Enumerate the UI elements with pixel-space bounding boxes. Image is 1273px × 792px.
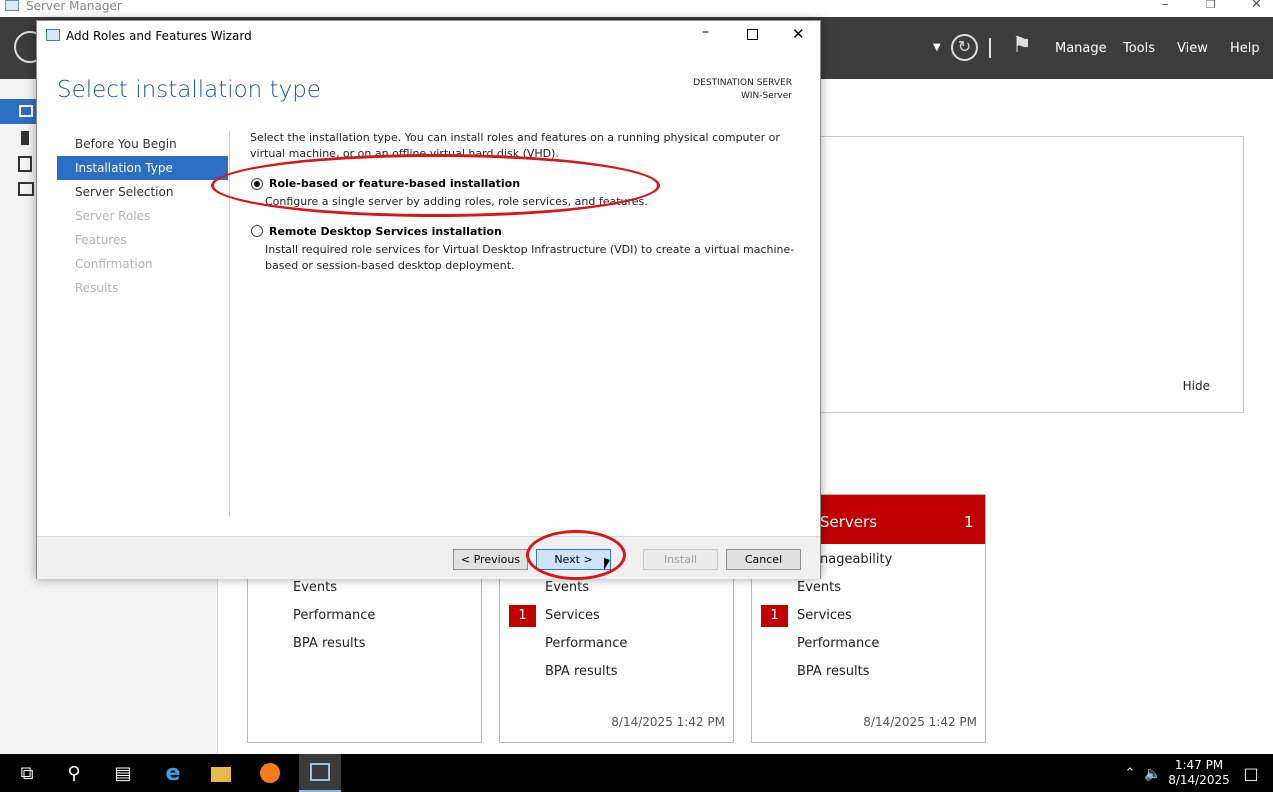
notifications-flag-icon[interactable]: ⚑ (1012, 33, 1032, 58)
tile-item-services[interactable]: Services (545, 608, 600, 623)
remote-desktop-option-title[interactable]: Remote Desktop Services installation (269, 225, 502, 238)
taskbar: ⧉ ⚲ ▤ e ⌃ 🔈 1:47 PM 8/14/2025 □ (0, 754, 1273, 792)
sidebar-item-all-servers[interactable] (18, 156, 32, 172)
menu-view[interactable]: View (1177, 41, 1208, 56)
header-separator (989, 38, 991, 58)
remote-desktop-radio[interactable] (251, 225, 263, 237)
hide-link[interactable]: Hide (1183, 379, 1210, 393)
tile-item-performance[interactable]: Performance (797, 636, 879, 651)
menu-manage[interactable]: Manage (1055, 41, 1107, 56)
internet-explorer-icon[interactable]: e (162, 763, 184, 785)
refresh-icon[interactable]: ↻ (951, 34, 978, 61)
nav-confirmation: Confirmation (75, 257, 153, 271)
welcome-panel: Hide (820, 136, 1244, 413)
server-manager-taskbar-button[interactable] (299, 754, 341, 792)
tile-item-bpa-results[interactable]: BPA results (293, 636, 366, 651)
services-alert-badge: 1 (509, 605, 536, 627)
server-manager-icon (310, 763, 330, 781)
notifications-icon[interactable]: □ (1240, 763, 1262, 785)
page-title: Select installation type (57, 77, 321, 103)
tile-item-bpa-results[interactable]: BPA results (545, 664, 618, 679)
sidebar-item-dashboard[interactable] (0, 99, 37, 124)
dashboard-icon (19, 105, 33, 117)
file-explorer-icon[interactable] (211, 763, 233, 785)
remote-desktop-option-desc: Install required role services for Virtu… (265, 243, 795, 272)
previous-button[interactable]: < Previous (453, 549, 528, 570)
close-icon[interactable]: ✕ (792, 25, 805, 43)
nav-features: Features (75, 233, 127, 247)
nav-server-roles: Server Roles (75, 209, 151, 223)
wizard-titlebar[interactable]: Add Roles and Features Wizard – ✕ (37, 21, 820, 51)
tile-item-manageability[interactable]: nageability (820, 552, 892, 567)
destination-label: DESTINATION SERVER (693, 78, 792, 88)
sidebar-item-file-storage[interactable] (18, 182, 34, 196)
firefox-icon[interactable] (260, 763, 282, 785)
mouse-cursor-icon (604, 557, 610, 573)
sidebar-item-local-server[interactable] (21, 131, 29, 145)
server-manager-sidebar (0, 79, 37, 754)
menu-help[interactable]: Help (1230, 41, 1260, 56)
tile-item-events[interactable]: Events (545, 580, 589, 595)
add-roles-wizard-dialog: Add Roles and Features Wizard – ✕ Select… (36, 20, 821, 579)
wizard-app-icon (46, 29, 60, 41)
clock[interactable]: 1:47 PM 8/14/2025 (1164, 758, 1234, 788)
search-icon[interactable]: ⚲ (63, 763, 85, 785)
install-button: Install (643, 549, 718, 570)
nav-results: Results (75, 281, 119, 295)
clock-date: 8/14/2025 (1168, 773, 1230, 787)
tile-timestamp: 8/14/2025 1:42 PM (863, 715, 977, 729)
services-alert-badge: 1 (761, 605, 788, 627)
restore-icon[interactable]: ❐ (1206, 0, 1216, 11)
server-manager-app-icon (5, 0, 19, 11)
annotation-ellipse-role-based (211, 154, 660, 217)
tile-item-services[interactable]: Services (797, 608, 852, 623)
minimize-icon[interactable]: – (1162, 0, 1169, 12)
cancel-button[interactable]: Cancel (726, 549, 801, 570)
nav-server-selection[interactable]: Server Selection (57, 180, 228, 204)
nav-before-you-begin[interactable]: Before You Begin (57, 132, 228, 156)
maximize-icon[interactable] (747, 29, 758, 40)
annotation-ellipse-next (526, 530, 626, 580)
nav-installation-type[interactable]: Installation Type (57, 156, 228, 180)
tile-header-title: Servers (820, 513, 878, 531)
volume-muted-icon[interactable]: 🔈 (1142, 763, 1164, 785)
task-view-icon[interactable]: ▤ (112, 763, 134, 785)
tile-timestamp: 8/14/2025 1:42 PM (611, 715, 725, 729)
dropdown-arrow-icon[interactable]: ▼ (933, 42, 941, 53)
clock-time: 1:47 PM (1174, 758, 1224, 772)
tile-item-performance[interactable]: Performance (545, 636, 627, 651)
wizard-title: Add Roles and Features Wizard (66, 29, 252, 43)
close-icon[interactable]: ✕ (1251, 0, 1262, 12)
minimize-icon[interactable]: – (702, 24, 709, 40)
windows-start-icon[interactable]: ⧉ (16, 763, 38, 785)
tile-header-count: 1 (964, 513, 974, 531)
chevron-up-icon[interactable]: ⌃ (1119, 763, 1141, 785)
tile-item-events[interactable]: Events (293, 580, 337, 595)
tile-item-bpa-results[interactable]: BPA results (797, 664, 870, 679)
server-manager-title: Server Manager (26, 0, 122, 13)
menu-tools[interactable]: Tools (1123, 41, 1155, 56)
wizard-footer: < Previous Next > Install Cancel (37, 536, 820, 579)
destination-value: WIN-Server (740, 91, 792, 101)
tile-item-performance[interactable]: Performance (293, 608, 375, 623)
destination-server: DESTINATION SERVER WIN-Server (693, 77, 792, 103)
tile-item-events[interactable]: Events (797, 580, 841, 595)
server-manager-titlebar: Server Manager – ❐ ✕ (0, 0, 1273, 17)
